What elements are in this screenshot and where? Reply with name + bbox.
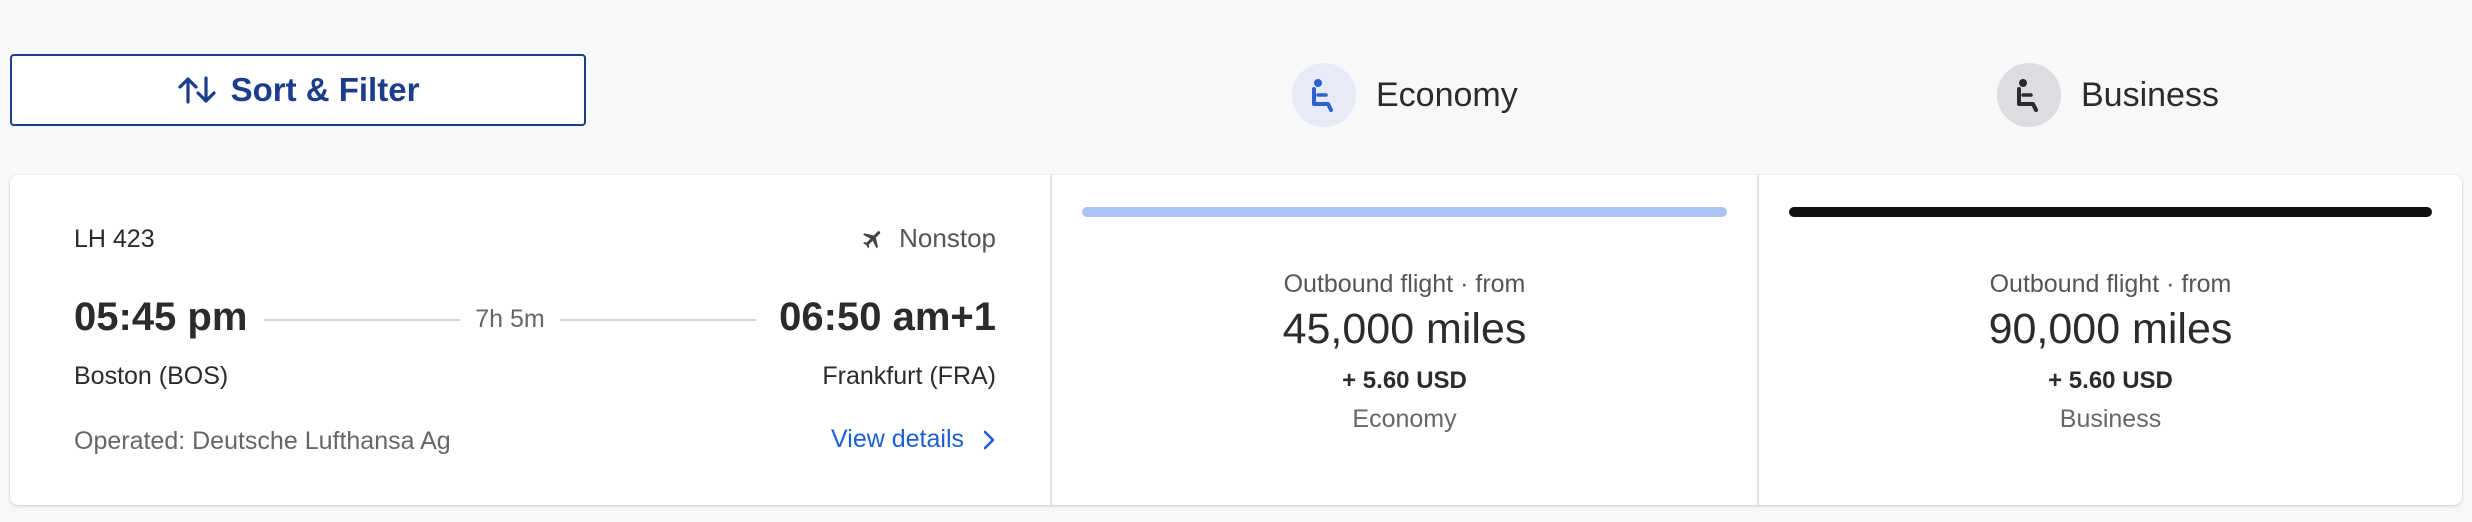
business-fare-cabin: Business xyxy=(2059,405,2162,433)
stops-label: Nonstop xyxy=(899,223,996,253)
business-seat-icon xyxy=(1997,63,2061,127)
business-fare-miles: 90,000 miles xyxy=(1988,305,2233,353)
flight-number: LH 423 xyxy=(74,225,155,253)
economy-cabin-header: Economy xyxy=(1292,62,1518,128)
economy-fare-option[interactable]: Outbound flight · from 45,000 miles + 5.… xyxy=(1052,175,1757,505)
departure-time: 05:45 pm xyxy=(74,295,248,339)
economy-fare-cabin: Economy xyxy=(1352,405,1457,433)
flight-card: LH 423 Nonstop 05:45 pm 7h 5m 06:50 am+1… xyxy=(10,175,2462,505)
view-details-label: View details xyxy=(831,425,964,453)
economy-cabin-label: Economy xyxy=(1376,75,1518,114)
economy-fare-heading: Outbound flight · from xyxy=(1283,270,1526,298)
origin-airport: Boston (BOS) xyxy=(74,362,229,390)
economy-fare-bar xyxy=(1082,207,1727,217)
stops-indicator: Nonstop xyxy=(861,223,996,254)
sort-arrows-icon xyxy=(177,76,216,104)
chevron-right-icon xyxy=(983,430,995,449)
economy-fare-usd: + 5.60 USD xyxy=(1342,367,1467,394)
operated-by: Operated: Deutsche Lufthansa Ag xyxy=(74,427,451,455)
business-fare-heading: Outbound flight · from xyxy=(1989,270,2232,298)
view-details-link[interactable]: View details xyxy=(831,425,996,454)
sort-filter-button[interactable]: Sort & Filter xyxy=(10,54,586,126)
business-fare-option[interactable]: Outbound flight · from 90,000 miles + 5.… xyxy=(1759,175,2462,505)
business-fare-usd: + 5.60 USD xyxy=(2048,367,2173,394)
sort-filter-label: Sort & Filter xyxy=(230,71,420,108)
economy-seat-icon xyxy=(1292,63,1356,127)
duration-line-right xyxy=(560,319,756,321)
business-fare-bar xyxy=(1789,207,2432,217)
economy-fare-miles: 45,000 miles xyxy=(1282,305,1527,353)
business-cabin-header: Business xyxy=(1997,62,2219,128)
arrival-time: 06:50 am+1 xyxy=(779,295,996,339)
business-cabin-label: Business xyxy=(2081,75,2219,114)
duration-line-left xyxy=(264,319,460,321)
airplane-icon xyxy=(863,230,881,248)
flight-duration: 7h 5m xyxy=(475,305,545,333)
flight-info: LH 423 Nonstop 05:45 pm 7h 5m 06:50 am+1… xyxy=(10,175,1050,505)
destination-airport: Frankfurt (FRA) xyxy=(822,362,996,390)
